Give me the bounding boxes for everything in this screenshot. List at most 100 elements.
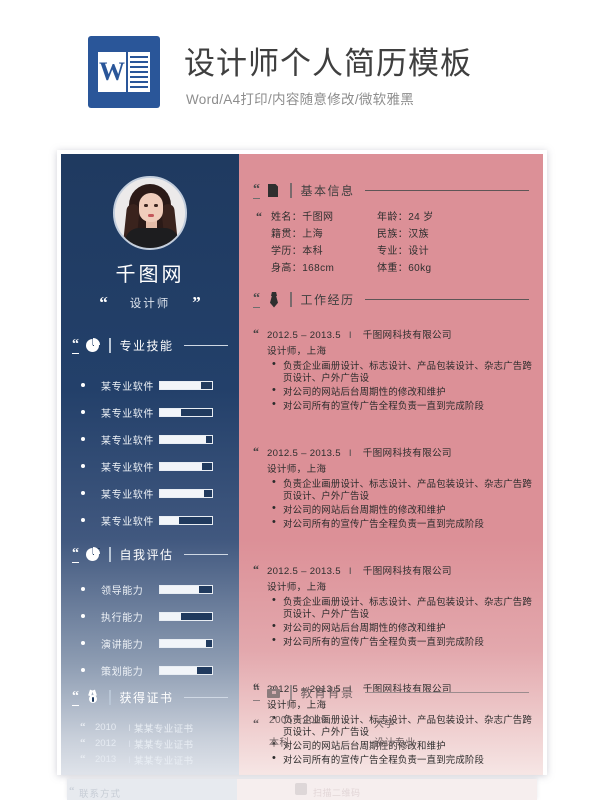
bullet-dot-icon: [81, 614, 85, 618]
info-origin: 籍贯：上海: [271, 229, 323, 240]
quote-icon: “: [69, 785, 75, 797]
divider: [109, 690, 111, 705]
section-rule: [364, 692, 529, 693]
section-rule: [364, 190, 529, 191]
divider: [290, 685, 292, 700]
skill-row: 某专业软件: [72, 432, 230, 447]
left-column-footer: [61, 749, 239, 775]
work-separator: I: [348, 330, 352, 341]
work-company: 千图网科技有限公司: [362, 566, 452, 577]
work-bullet: 对公司的网站后台周期性的修改和维护: [272, 621, 535, 634]
work-bullet: 对公司的网站后台周期性的修改和维护: [272, 503, 535, 516]
work-bullets: 负责企业画册设计、标志设计、产品包装设计、杂志广告跨页设计、户外广告设 对公司的…: [272, 595, 535, 648]
work-bullet: 对公司的网站后台周期性的修改和维护: [272, 385, 535, 398]
next-page-contact-label: 联系方式: [79, 789, 122, 800]
candidate-name: 千图网: [115, 264, 185, 286]
bullet-dot-icon: [81, 587, 85, 591]
word-logo-icon: W: [88, 36, 160, 108]
work-separator: I: [348, 448, 352, 459]
page-subtitle: Word/A4打印/内容随意修改/微软雅黑: [186, 92, 415, 107]
section-header-skills: “ 专业技能: [72, 337, 228, 354]
section-rule: [364, 299, 529, 300]
resume-right-column: “ 基本信息 “ 姓名：千图网 年龄：24 岁 籍贯：上海 民族：汉族 学历：本…: [239, 154, 543, 775]
quote-icon: “: [256, 209, 262, 223]
certificate-year: 2010: [95, 722, 117, 733]
work-bullet: 对公司所有的宣传广告全程负责一直到完成阶段: [272, 635, 535, 648]
certificate-row: “ 2010 I 某某专业证书: [80, 721, 240, 735]
quote-close-icon: ”: [192, 293, 201, 312]
page-header: W 设计师个人简历模板 Word/A4打印/内容随意修改/微软雅黑: [88, 36, 538, 122]
next-page-left: “ 联系方式: [67, 779, 237, 800]
skill-row: 某专业软件: [72, 513, 230, 528]
section-header-self-eval: “ 自我评估: [72, 546, 228, 563]
skill-progress-bar: [159, 488, 213, 498]
work-bullets: 负责企业画册设计、标志设计、产品包装设计、杂志广告跨页设计、户外广告设 对公司的…: [272, 359, 535, 412]
pie-chart-icon: [85, 338, 100, 353]
skill-row: 某专业软件: [72, 405, 230, 420]
work-bullet: 对公司所有的宣传广告全程负责一直到完成阶段: [272, 399, 535, 412]
quote-icon: “: [72, 336, 79, 354]
skill-row: 某专业软件: [72, 486, 230, 501]
self-eval-label: 演讲能力: [101, 639, 144, 651]
skill-label: 某专业软件: [101, 489, 154, 501]
quote-icon: “: [80, 721, 86, 733]
education-degree: 本科: [269, 738, 290, 749]
section-rule: [183, 554, 228, 555]
section-title-self-eval: 自我评估: [119, 548, 174, 562]
info-ethnicity: 民族：汉族: [377, 229, 429, 240]
quote-icon: “: [80, 737, 86, 749]
self-eval-progress-bar: [159, 584, 213, 594]
resume-left-column: 千图网 “ 设计师 ” “ 专业技能 某专业软件 某专业软件 某专业软件 某专业…: [61, 154, 239, 775]
self-eval-label: 策划能力: [101, 666, 144, 678]
bullet-dot-icon: [81, 668, 85, 672]
work-role-city: 设计师，上海: [267, 464, 327, 475]
work-separator: I: [348, 566, 352, 577]
necktie-icon: [266, 292, 281, 308]
document-icon: [266, 183, 281, 199]
self-eval-row: 执行能力: [72, 609, 230, 624]
medal-icon: [85, 689, 100, 705]
education-major: 设计专业: [374, 738, 416, 749]
info-major: 专业：设计: [377, 246, 429, 257]
section-title-certificates: 获得证书: [119, 691, 174, 705]
certificate-title: 某某专业证书: [134, 723, 194, 735]
divider: [290, 183, 292, 198]
divider: [109, 547, 111, 562]
self-eval-label: 领导能力: [101, 585, 144, 597]
work-entry: “ 2012.5 – 2013.5 I 千图网科技有限公司 设计师，上海 负责企…: [253, 445, 535, 532]
section-title-work: 工作经历: [300, 293, 355, 307]
bullet-dot-icon: [81, 491, 85, 495]
screenshot-root: W 设计师个人简历模板 Word/A4打印/内容随意修改/微软雅黑 千图网 “ …: [0, 0, 600, 800]
quote-icon: “: [72, 688, 79, 706]
word-logo-lines: [128, 52, 150, 92]
work-bullet: 负责企业画册设计、标志设计、产品包装设计、杂志广告跨页设计、户外广告设: [272, 477, 535, 501]
qr-code-icon: [295, 783, 307, 795]
quote-icon: “: [253, 716, 259, 730]
quote-icon: “: [253, 444, 259, 458]
skill-label: 某专业软件: [101, 435, 154, 447]
skill-label: 某专业软件: [101, 408, 154, 420]
self-eval-progress-bar: [159, 638, 213, 648]
quote-icon: “: [253, 290, 260, 308]
quote-icon: “: [253, 181, 260, 199]
work-role-city: 设计师，上海: [267, 346, 327, 357]
work-bullet: 对公司所有的宣传广告全程负责一直到完成阶段: [272, 517, 535, 530]
skill-row: 某专业软件: [72, 378, 230, 393]
certificate-separator: I: [128, 738, 131, 749]
candidate-role-row: “ 设计师 ”: [61, 294, 239, 311]
skill-progress-bar: [159, 434, 213, 444]
education-separator: I: [344, 715, 348, 726]
work-period: 2012.5 – 2013.5: [267, 566, 341, 577]
skill-progress-bar: [159, 380, 213, 390]
quote-icon: “: [72, 545, 79, 563]
work-bullets: 负责企业画册设计、标志设计、产品包装设计、杂志广告跨页设计、户外广告设 对公司的…: [272, 477, 535, 530]
work-period: 2012.5 – 2013.5: [267, 330, 341, 341]
skill-label: 某专业软件: [101, 516, 154, 528]
self-eval-row: 领导能力: [72, 582, 230, 597]
work-company: 千图网科技有限公司: [362, 448, 452, 459]
candidate-role: 设计师: [129, 297, 171, 310]
self-eval-progress-bar: [159, 611, 213, 621]
info-name: 姓名：千图网: [271, 212, 334, 223]
skill-progress-bar: [159, 461, 213, 471]
skill-label: 某专业软件: [101, 462, 154, 474]
